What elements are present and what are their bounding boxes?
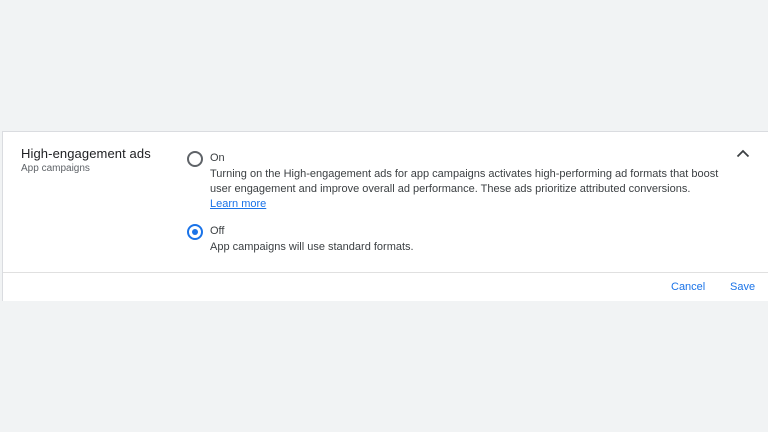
option-off-description: App campaigns will use standard formats. [210,241,414,253]
option-off-label: Off [210,225,225,237]
collapse-button[interactable] [732,144,754,162]
option-on-description-text: Turning on the High-engagement ads for a… [210,168,719,195]
section-subtitle: App campaigns [21,163,90,174]
save-button[interactable]: Save [730,281,755,293]
radio-off[interactable] [187,224,203,240]
cancel-button[interactable]: Cancel [671,281,705,293]
footer-divider [3,272,768,273]
learn-more-link[interactable]: Learn more [210,198,266,210]
option-on-label: On [210,152,225,164]
section-title: High-engagement ads [21,146,151,161]
radio-on[interactable] [187,151,203,167]
chevron-up-icon [736,149,750,157]
high-engagement-ads-panel: High-engagement ads App campaigns On Tur… [2,131,768,301]
option-on-description: Turning on the High-engagement ads for a… [210,167,730,212]
